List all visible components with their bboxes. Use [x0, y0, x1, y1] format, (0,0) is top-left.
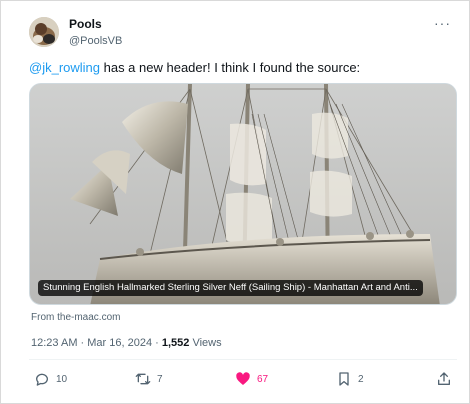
like-button[interactable]: 67 — [235, 365, 268, 393]
repost-button[interactable]: 7 — [135, 365, 163, 393]
share-icon — [438, 372, 450, 385]
bookmark-count: 2 — [358, 373, 364, 385]
tweet-text: @jk_rowling has a new header! I think I … — [29, 59, 459, 76]
views-label: Views — [189, 337, 222, 349]
more-horizontal-icon[interactable]: ··· — [434, 16, 451, 30]
like-count: 67 — [257, 373, 269, 385]
tweet-header: Pools @PoolsVB ··· — [29, 16, 457, 51]
card-source[interactable]: From the-maac.com — [31, 312, 120, 323]
tweet-body: has a new header! I think I found the so… — [100, 60, 361, 75]
repost-icon — [135, 373, 151, 385]
author-names: Pools @PoolsVB — [69, 17, 122, 49]
mention-link[interactable]: @jk_rowling — [29, 60, 100, 75]
link-card[interactable]: Stunning English Hallmarked Sterling Sil… — [29, 83, 457, 305]
bookmark-button[interactable]: 2 — [336, 365, 364, 393]
avatar[interactable] — [29, 17, 59, 47]
reply-icon — [36, 373, 48, 386]
bookmark-icon — [339, 372, 349, 386]
timestamp[interactable]: 12:23 AM · Mar 16, 2024 · — [31, 337, 162, 349]
tweet-meta: 12:23 AM · Mar 16, 2024 · 1,552 Views — [31, 337, 222, 349]
author-display-name[interactable]: Pools — [69, 17, 122, 32]
tweet-container: Pools @PoolsVB ··· @jk_rowling has a new… — [0, 0, 470, 404]
author-handle[interactable]: @PoolsVB — [69, 34, 122, 49]
reply-button[interactable]: 10 — [34, 365, 67, 393]
views-count[interactable]: 1,552 — [162, 337, 190, 349]
repost-count: 7 — [157, 373, 163, 385]
share-button[interactable] — [436, 365, 452, 393]
card-image — [30, 84, 456, 304]
card-caption[interactable]: Stunning English Hallmarked Sterling Sil… — [38, 280, 423, 296]
reply-count: 10 — [56, 373, 68, 385]
divider — [29, 359, 457, 360]
heart-icon — [236, 372, 250, 385]
action-bar: 10 7 67 2 — [1, 365, 470, 393]
